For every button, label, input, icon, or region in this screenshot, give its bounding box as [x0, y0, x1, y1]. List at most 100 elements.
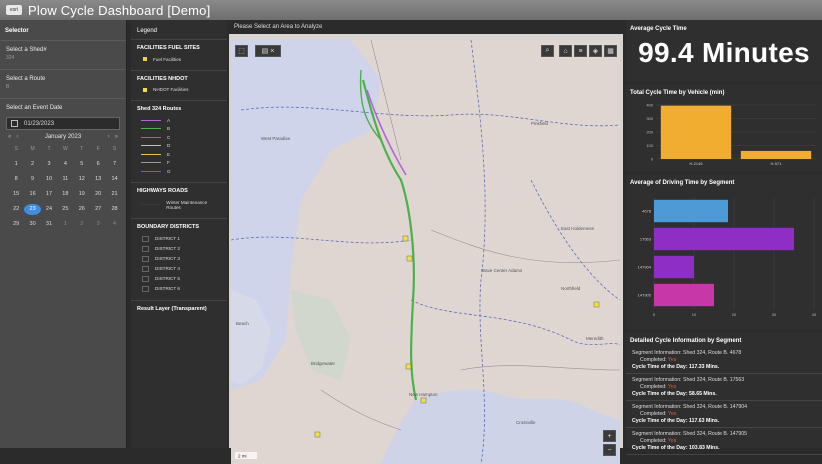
route-swatch: [141, 162, 161, 164]
route-swatch: [141, 153, 161, 155]
calendar-dow: S: [14, 146, 18, 152]
y-tick-label: 147905: [638, 292, 652, 297]
home-icon[interactable]: ⌂: [559, 45, 572, 57]
next-year-button[interactable]: »: [115, 134, 118, 140]
calendar-day[interactable]: 16: [24, 189, 40, 200]
details-panel: Detailed Cycle Information by Segment Se…: [626, 332, 822, 455]
segment-info: Segment Information: Shed 324, Route B. …: [632, 377, 745, 383]
map-panel: Please Select an Area to Analyze West Pa…: [229, 20, 623, 464]
calendar-day[interactable]: 1: [57, 219, 73, 230]
prev-month-button[interactable]: ‹: [16, 134, 18, 140]
kpi-panel: Average Cycle Time 99.4 Minutes: [626, 20, 822, 82]
calendar-day[interactable]: 3: [41, 159, 57, 170]
calendar-dow: M: [30, 146, 35, 152]
legend-highways-item: Winter Maintenance Routes: [166, 199, 208, 210]
district-label: DISTRICT 1: [155, 236, 180, 241]
calendar-day[interactable]: 6: [90, 159, 106, 170]
zoom-in-button[interactable]: +: [603, 430, 616, 442]
list-icon[interactable]: ≡: [574, 45, 587, 57]
bar: [654, 199, 728, 223]
calendar-day[interactable]: 18: [57, 189, 73, 200]
calendar-day[interactable]: 25: [57, 204, 73, 215]
map-place-label: Pinkfield: [531, 121, 549, 126]
calendar-day[interactable]: 1: [8, 159, 24, 170]
calendar-day[interactable]: 15: [8, 189, 24, 200]
calendar-day[interactable]: 29: [8, 219, 24, 230]
calendar-day[interactable]: 12: [74, 174, 90, 185]
calendar-day[interactable]: 8: [8, 174, 24, 185]
route-label: D: [167, 143, 171, 149]
calendar-day[interactable]: 4: [106, 219, 122, 230]
calendar-day[interactable]: 13: [90, 174, 106, 185]
next-month-button[interactable]: ›: [108, 134, 110, 140]
calendar-day[interactable]: 26: [74, 204, 90, 215]
x-tick-label: 0: [653, 312, 656, 317]
calendar-dow: W: [63, 146, 68, 152]
completed-value: Yes: [667, 384, 677, 390]
legend-district-row: DISTRICT 4: [137, 264, 221, 274]
legend-route-row: A: [137, 116, 221, 125]
y-tick-label: 147904: [638, 264, 652, 269]
calendar-day[interactable]: 7: [106, 159, 122, 170]
calendar-day[interactable]: 20: [90, 189, 106, 200]
highway-swatch: [141, 203, 161, 206]
calendar-day[interactable]: 17: [41, 189, 57, 200]
details-title: Detailed Cycle Information by Segment: [630, 338, 742, 344]
cycle-time: Cycle Time of the Day: 117.33 Mins.: [632, 364, 720, 370]
legend-result-heading: Result Layer (Transparent): [137, 305, 207, 312]
route-select[interactable]: Select a Route B: [0, 69, 126, 98]
y-tick-label: 100: [646, 143, 653, 148]
shed-select[interactable]: Select a Shed# 324: [0, 40, 126, 69]
calendar-dow: T: [47, 146, 51, 152]
legend-districts-section: BOUNDARY DISTRICTS DISTRICT 1 DISTRICT 2 D…: [131, 217, 227, 300]
bar: [654, 227, 794, 251]
zoom-out-button[interactable]: −: [603, 444, 616, 456]
date-input[interactable]: 01/23/2023: [6, 117, 120, 130]
bar: [740, 150, 812, 159]
route-swatch: [141, 119, 161, 121]
route-label: A: [167, 117, 171, 123]
legend-routes-section: Shed 324 Routes ABCDEFG: [131, 100, 227, 182]
completed-value: Yes: [667, 411, 677, 417]
calendar-day[interactable]: 14: [106, 174, 122, 185]
segment-chart-panel: Average of Driving Time by Segment 0 10 20…: [626, 174, 822, 330]
map-place-label: East Holderness: [561, 226, 595, 231]
route-label: G: [167, 168, 171, 174]
segment-detail-item: Segment Information: Shed 324, Route B. …: [626, 374, 822, 401]
calendar-day[interactable]: 10: [41, 174, 57, 185]
calendar-icon: [11, 120, 18, 127]
search-icon[interactable]: ⌕: [541, 45, 554, 57]
calendar-day[interactable]: 19: [74, 189, 90, 200]
route-select-label: Select a Route: [6, 76, 46, 82]
bar: [654, 283, 714, 307]
select-tool-button[interactable]: ⬚: [235, 45, 248, 57]
selector-title: Selector: [5, 28, 29, 34]
calendar-day[interactable]: 2: [74, 219, 90, 230]
map-canvas[interactable]: West Paradise Pinkfield East Holderness Wav…: [231, 40, 620, 464]
calendar-day[interactable]: 4: [57, 159, 73, 170]
layers-icon[interactable]: ◈: [589, 45, 602, 57]
calendar-dow: S: [112, 146, 117, 152]
calendar-day[interactable]: 3: [90, 219, 106, 230]
legend-fuel-section: FACILITIES FUEL SITES Fuel Facilities: [131, 39, 227, 70]
calendar-day[interactable]: 2: [24, 159, 40, 170]
calendar-day[interactable]: 31: [41, 219, 57, 230]
map-title: Please Select an Area to Analyze: [229, 20, 623, 34]
bar: [660, 105, 732, 159]
calendar-day[interactable]: 21: [106, 189, 122, 200]
calendar-day[interactable]: 24: [41, 204, 57, 215]
legend-highways-section: HIGHWAYS ROADS Winter Maintenance Routes: [131, 181, 227, 218]
basemap-icon[interactable]: ▦: [604, 45, 617, 57]
calendar-day[interactable]: 30: [24, 219, 40, 230]
calendar-day[interactable]: 9: [24, 174, 40, 185]
prev-year-button[interactable]: «: [8, 134, 11, 140]
calendar-day[interactable]: 23: [24, 204, 41, 215]
calendar-day[interactable]: 22: [8, 204, 24, 215]
legend-result-section: Result Layer (Transparent): [131, 299, 227, 322]
calendar-day[interactable]: 28: [106, 204, 122, 215]
calendar-day[interactable]: 11: [57, 174, 73, 185]
calendar-day[interactable]: 5: [74, 159, 90, 170]
layer-toggle-button[interactable]: ▤ ×: [255, 45, 281, 57]
y-tick-label: 200: [646, 130, 653, 135]
calendar-day[interactable]: 27: [90, 204, 106, 215]
